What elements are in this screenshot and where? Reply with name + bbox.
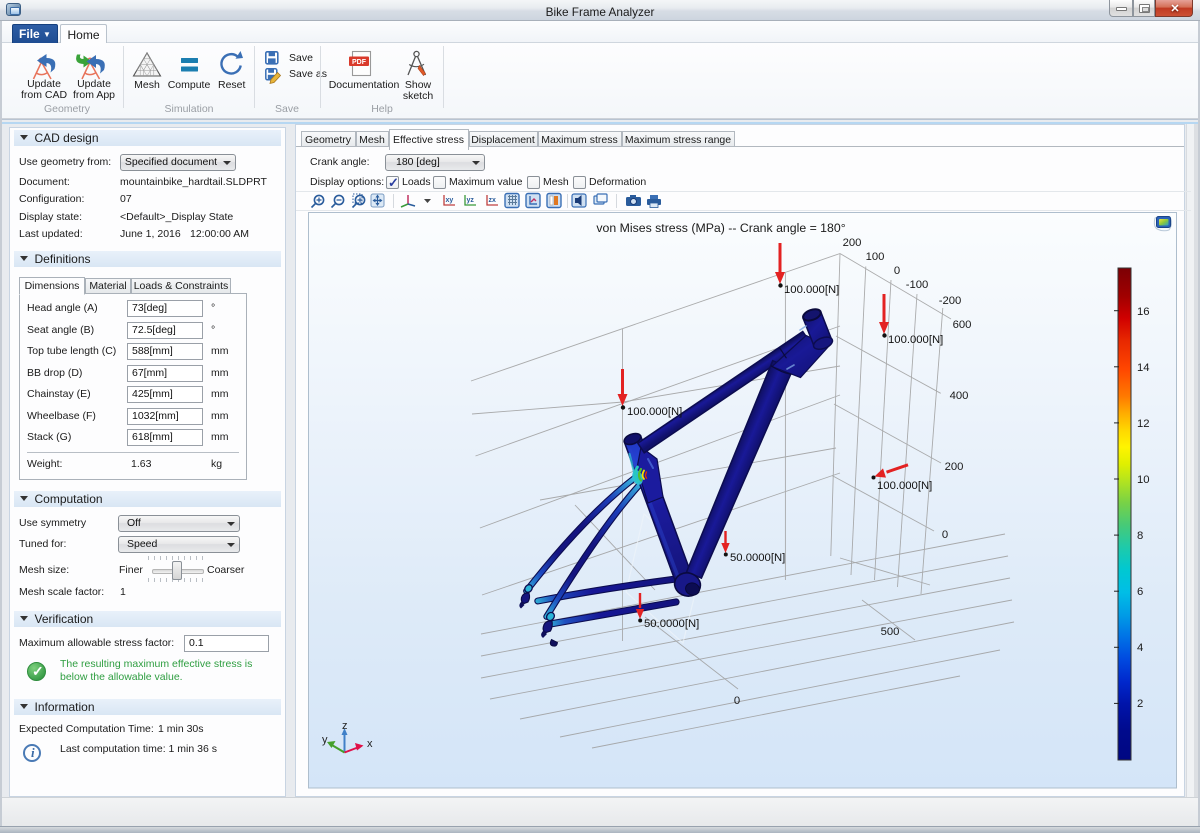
svg-text:100.000[N]: 100.000[N] <box>888 334 943 346</box>
svg-text:0: 0 <box>942 529 948 541</box>
svg-text:50.0000[N]: 50.0000[N] <box>644 618 699 630</box>
svg-text:100.000[N]: 100.000[N] <box>877 480 932 492</box>
svg-text:-100: -100 <box>906 279 929 291</box>
svg-text:100.000[N]: 100.000[N] <box>627 406 682 418</box>
svg-text:16: 16 <box>1137 306 1150 318</box>
svg-text:4: 4 <box>1137 642 1143 654</box>
svg-text:PDF: PDF <box>352 59 367 66</box>
svg-text:-200: -200 <box>939 295 962 307</box>
svg-text:y: y <box>322 734 328 746</box>
svg-text:500: 500 <box>881 626 900 638</box>
svg-text:600: 600 <box>953 319 972 331</box>
svg-text:xy: xy <box>446 197 454 204</box>
svg-text:10: 10 <box>1137 474 1150 486</box>
svg-text:x: x <box>367 738 373 750</box>
svg-text:8: 8 <box>1137 530 1143 542</box>
svg-text:z: z <box>342 720 348 732</box>
svg-text:6: 6 <box>1137 586 1143 598</box>
svg-text:200: 200 <box>945 461 964 473</box>
svg-text:0: 0 <box>894 265 900 277</box>
svg-text:400: 400 <box>950 390 969 402</box>
svg-text:yz: yz <box>467 197 475 204</box>
svg-text:50.0000[N]: 50.0000[N] <box>730 552 785 564</box>
svg-text:100.000[N]: 100.000[N] <box>784 284 839 296</box>
svg-text:2: 2 <box>1137 698 1143 710</box>
svg-text:12: 12 <box>1137 418 1150 430</box>
svg-text:zx: zx <box>489 197 497 204</box>
svg-text:100: 100 <box>866 251 885 263</box>
svg-text:0: 0 <box>734 695 740 707</box>
svg-text:14: 14 <box>1137 362 1150 374</box>
svg-text:von Mises stress (MPa) -- Cran: von Mises stress (MPa) -- Crank angle = … <box>596 221 845 235</box>
svg-text:200: 200 <box>843 237 862 249</box>
